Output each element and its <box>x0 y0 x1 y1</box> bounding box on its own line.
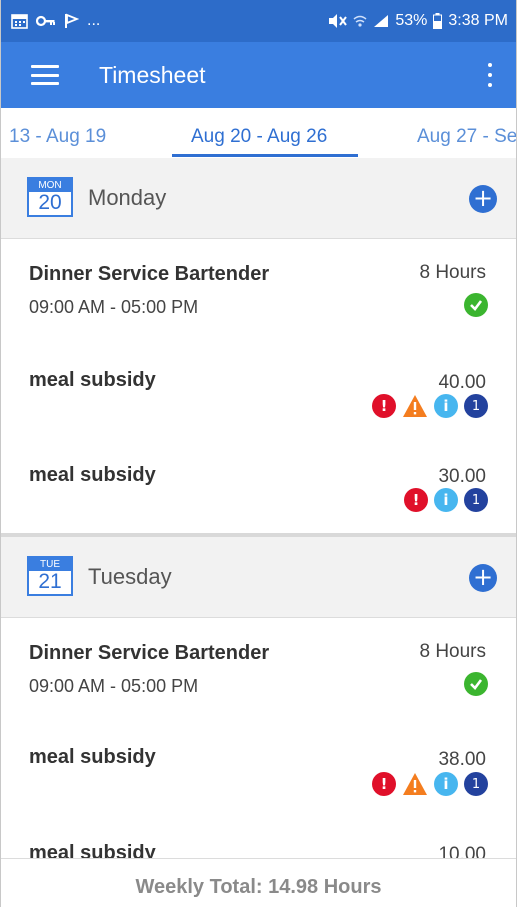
count-badge: 1 <box>464 772 488 796</box>
entry-time-range: 09:00 AM - 05:00 PM <box>29 297 199 317</box>
count-badge: 1 <box>464 488 488 512</box>
check-icon <box>464 672 488 696</box>
entry-time-range: 09:00 AM - 05:00 PM <box>29 676 199 696</box>
add-entry-button[interactable]: + <box>469 564 497 592</box>
entry-title: Dinner Service Bartender <box>29 642 270 664</box>
tab-next-week[interactable]: Aug 27 - Se <box>417 126 516 148</box>
count-badge: 1 <box>464 394 488 418</box>
list-item[interactable]: meal subsidy 40.00 ! i 1 <box>1 341 516 439</box>
signal-icon <box>374 15 389 27</box>
warning-icon <box>403 395 427 417</box>
tab-current-week[interactable]: Aug 20 - Aug 26 <box>191 126 327 148</box>
calendar-date-icon: TUE 21 <box>27 556 73 596</box>
check-icon <box>464 293 488 317</box>
tab-prev-week[interactable]: 13 - Aug 19 <box>9 126 106 148</box>
battery-icon <box>433 13 443 29</box>
add-entry-button[interactable]: + <box>469 185 497 213</box>
day-header-monday: MON 20 Monday + <box>1 158 516 239</box>
list-item[interactable]: meal subsidy 38.00 ! i 1 <box>1 720 516 818</box>
day-number: 21 <box>38 570 62 593</box>
list-item[interactable]: Dinner Service Bartender 09:00 AM - 05:0… <box>1 239 516 342</box>
page-title: Timesheet <box>99 61 206 88</box>
weekly-total-bar: Weekly Total: 14.98 Hours <box>1 858 516 907</box>
entry-title: meal subsidy <box>29 746 156 768</box>
more-options-icon[interactable] <box>486 63 494 87</box>
day-name: Monday <box>88 185 167 210</box>
calendar-icon <box>11 14 28 29</box>
error-icon: ! <box>372 772 396 796</box>
key-icon <box>36 15 55 27</box>
tab-indicator <box>172 154 358 157</box>
app-frame: ... 53% 3:38 PM Timesheet 13 - Aug 19 Au… <box>0 0 517 907</box>
status-ellipsis: ... <box>87 12 101 29</box>
battery-percent: 53% <box>395 12 428 29</box>
entry-amount: 40.00 <box>438 372 486 393</box>
entry-title: meal subsidy <box>29 369 156 391</box>
warning-icon <box>403 773 427 795</box>
menu-icon[interactable] <box>31 65 59 85</box>
entry-amount: 8 Hours <box>419 641 486 662</box>
clock: 3:38 PM <box>448 12 508 29</box>
flag-icon <box>65 13 79 28</box>
calendar-date-icon: MON 20 <box>27 177 73 217</box>
error-icon: ! <box>404 488 428 512</box>
entry-amount: 8 Hours <box>419 262 486 283</box>
error-icon: ! <box>372 394 396 418</box>
app-bar: Timesheet <box>1 42 516 108</box>
day-name: Tuesday <box>88 564 172 589</box>
entry-title: meal subsidy <box>29 464 156 486</box>
status-bar: ... 53% 3:38 PM <box>1 0 516 42</box>
list-item[interactable]: meal subsidy 30.00 ! i 1 <box>1 438 516 534</box>
list-item[interactable]: Dinner Service Bartender 09:00 AM - 05:0… <box>1 618 516 721</box>
day-number: 20 <box>38 191 62 214</box>
week-tabs: 13 - Aug 19 Aug 20 - Aug 26 Aug 27 - Se <box>1 108 516 158</box>
mute-icon <box>329 14 348 28</box>
entry-amount: 38.00 <box>438 749 486 770</box>
info-icon: i <box>434 488 458 512</box>
info-icon: i <box>434 772 458 796</box>
entry-title: Dinner Service Bartender <box>29 263 270 285</box>
info-icon: i <box>434 394 458 418</box>
weekly-total: Weekly Total: 14.98 Hours <box>135 876 382 898</box>
wifi-icon <box>353 15 367 27</box>
day-header-tuesday: TUE 21 Tuesday + <box>1 537 516 618</box>
entry-amount: 30.00 <box>438 466 486 487</box>
